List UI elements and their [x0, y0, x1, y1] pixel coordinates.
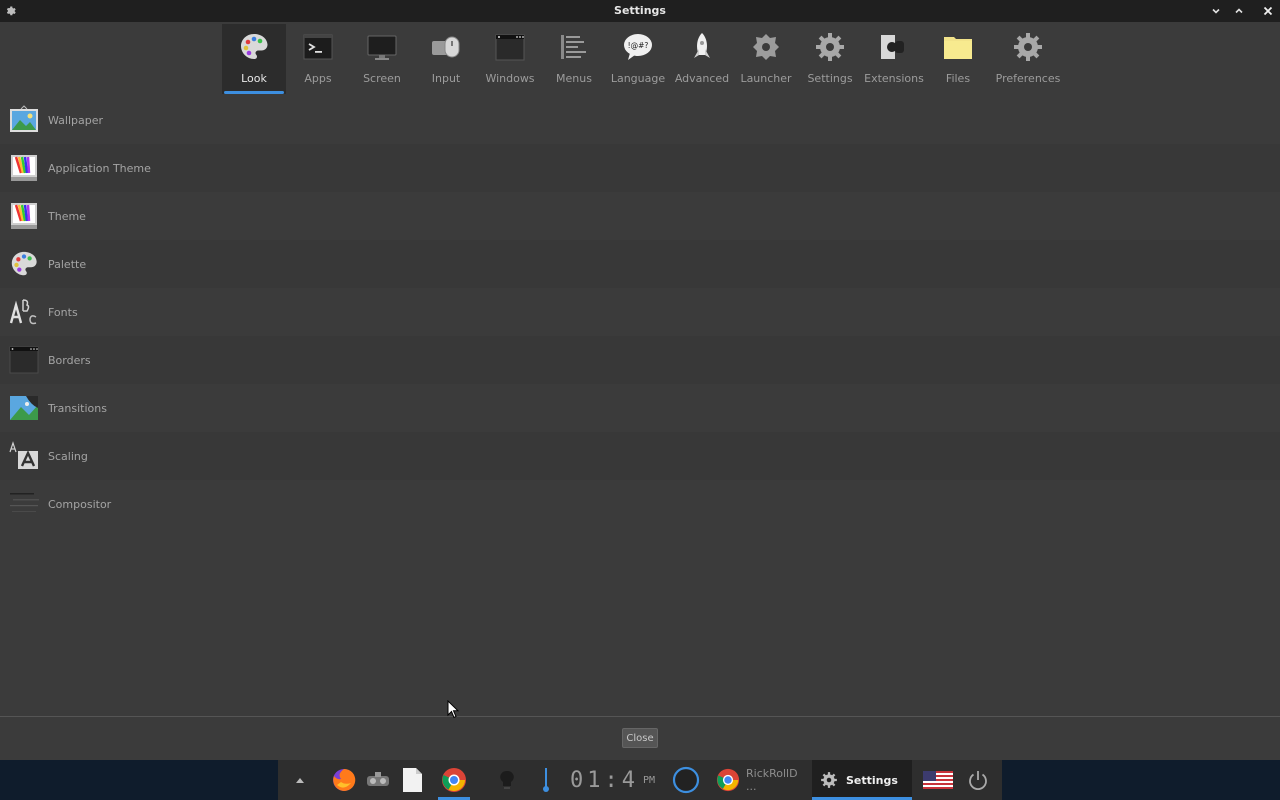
- list-item-label: Application Theme: [48, 161, 151, 175]
- category-toolbar: Look Apps Screen Input Windows Menus !@#…: [222, 24, 1066, 94]
- chrome-icon: [716, 768, 740, 792]
- borders-icon: [8, 344, 40, 376]
- close-button[interactable]: Close: [622, 728, 658, 748]
- list-item-label: Wallpaper: [48, 113, 104, 127]
- list-item-compositor[interactable]: Compositor: [0, 480, 1280, 528]
- close-icon[interactable]: [1259, 2, 1277, 20]
- wallpaper-icon: [8, 104, 40, 136]
- tab-label: Files: [945, 72, 971, 85]
- firefox-icon[interactable]: [328, 760, 360, 800]
- list-item-fonts[interactable]: Fonts: [0, 288, 1280, 336]
- list-item-label: Compositor: [48, 497, 112, 511]
- window-icon: [493, 30, 527, 64]
- tab-windows[interactable]: Windows: [478, 24, 542, 94]
- list-item-label: Fonts: [48, 305, 78, 319]
- list-item-borders[interactable]: Borders: [0, 336, 1280, 384]
- tab-screen[interactable]: Screen: [350, 24, 414, 94]
- title-bar: Settings: [0, 0, 1280, 22]
- list-item-wallpaper[interactable]: Wallpaper: [0, 96, 1280, 144]
- tab-label: Look: [241, 72, 267, 85]
- tab-label: Extensions: [864, 72, 924, 85]
- transitions-icon: [8, 392, 40, 424]
- list-item-label: Transitions: [48, 401, 107, 415]
- list-item-label: Theme: [48, 209, 86, 223]
- tab-label: Input: [431, 72, 461, 85]
- us-flag-icon[interactable]: [920, 760, 956, 800]
- footer-divider: [0, 716, 1280, 717]
- plug-icon: [877, 30, 911, 64]
- window-title: Settings: [614, 4, 666, 17]
- app-launcher-icon[interactable]: [362, 760, 394, 800]
- tab-label: Launcher: [740, 72, 792, 85]
- fonts-icon: [8, 296, 40, 328]
- gear-icon: [813, 30, 847, 64]
- launcher-gear-icon: [749, 30, 783, 64]
- theme-icon: [8, 200, 40, 232]
- gear-icon: [820, 771, 838, 789]
- tab-menus[interactable]: Menus: [542, 24, 606, 94]
- text-editor-icon[interactable]: [398, 760, 426, 800]
- thermometer-icon: [536, 760, 556, 800]
- tab-look[interactable]: Look: [222, 24, 286, 94]
- clock-time: 01:4: [570, 767, 639, 793]
- tab-label: Preferences: [995, 72, 1061, 85]
- palette-icon: [8, 248, 40, 280]
- taskbar-clock[interactable]: 01:4 PM: [570, 765, 655, 795]
- mouse-icon: [429, 30, 463, 64]
- tab-label: Language: [610, 72, 666, 85]
- minimize-icon[interactable]: [1207, 2, 1225, 20]
- list-item-label: Borders: [48, 353, 91, 367]
- rocket-icon: [685, 30, 719, 64]
- menu-icon: [557, 30, 591, 64]
- app-theme-icon: [8, 152, 40, 184]
- settings-list: Wallpaper Application Theme Theme Palett…: [0, 96, 1280, 528]
- tab-label: Menus: [556, 72, 592, 85]
- tab-label: Apps: [304, 72, 332, 85]
- scaling-icon: [8, 440, 40, 472]
- monitor-icon: [365, 30, 399, 64]
- tab-label: Screen: [363, 72, 401, 85]
- speech-bubble-icon: !@#?: [621, 30, 655, 64]
- list-item-label: Palette: [48, 257, 87, 271]
- tab-settings[interactable]: Settings: [798, 24, 862, 94]
- tab-language[interactable]: !@#? Language: [606, 24, 670, 94]
- tab-extensions[interactable]: Extensions: [862, 24, 926, 94]
- tab-files[interactable]: Files: [926, 24, 990, 94]
- list-item-label: Scaling: [48, 449, 88, 463]
- taskbar-chrome-task[interactable]: RickRollD ...: [716, 760, 810, 800]
- compositor-icon: [8, 488, 40, 520]
- list-item-palette[interactable]: Palette: [0, 240, 1280, 288]
- task-label: RickRollD ...: [746, 767, 798, 793]
- terminal-icon: [301, 30, 335, 64]
- mouse-cursor-icon: [447, 699, 460, 724]
- tab-advanced[interactable]: Advanced: [670, 24, 734, 94]
- tab-label: Advanced: [674, 72, 730, 85]
- tab-input[interactable]: Input: [414, 24, 478, 94]
- list-item-scaling[interactable]: Scaling: [0, 432, 1280, 480]
- power-icon[interactable]: [962, 760, 994, 800]
- clock-ampm: PM: [642, 774, 656, 786]
- tab-label: Windows: [485, 72, 535, 85]
- tab-apps[interactable]: Apps: [286, 24, 350, 94]
- chrome-icon[interactable]: [438, 760, 470, 800]
- maximize-icon[interactable]: [1230, 2, 1248, 20]
- tab-label: Settings: [807, 72, 853, 85]
- taskbar-expand-icon[interactable]: [290, 760, 310, 800]
- taskbar-settings-task[interactable]: Settings: [812, 760, 912, 800]
- list-item-theme[interactable]: Theme: [0, 192, 1280, 240]
- lightbulb-icon[interactable]: [494, 760, 520, 800]
- list-item-application-theme[interactable]: Application Theme: [0, 144, 1280, 192]
- preferences-gear-icon: [1011, 30, 1045, 64]
- bubble-text: !@#?: [628, 41, 649, 50]
- tab-preferences[interactable]: Preferences: [990, 24, 1066, 94]
- palette-icon: [237, 30, 271, 64]
- task-label: Settings: [846, 773, 898, 787]
- list-item-transitions[interactable]: Transitions: [0, 384, 1280, 432]
- folder-icon: [941, 30, 975, 64]
- activity-ring-icon[interactable]: [670, 760, 702, 800]
- tab-launcher[interactable]: Launcher: [734, 24, 798, 94]
